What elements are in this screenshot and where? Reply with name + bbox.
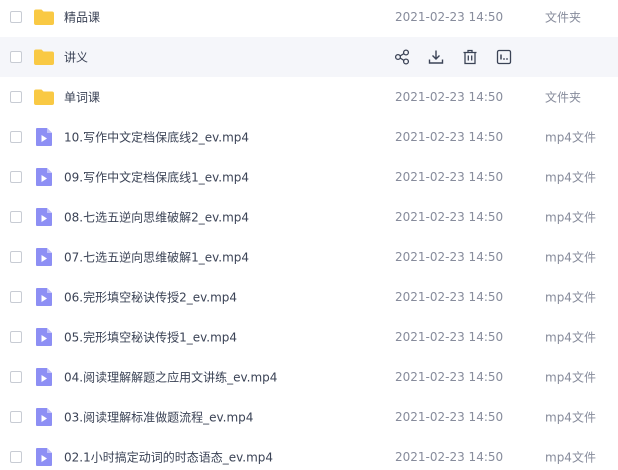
file-name[interactable]: 10.写作中文定档保底线2_ev.mp4	[64, 129, 249, 146]
file-name[interactable]: 07.七选五逆向思维破解1_ev.mp4	[64, 249, 249, 266]
file-type: 文件夹	[545, 10, 582, 25]
row-checkbox[interactable]	[10, 51, 22, 63]
file-type: mp4文件	[545, 250, 596, 265]
modified-time: 2021-02-23 14:50	[395, 410, 504, 424]
file-type: 文件夹	[545, 90, 582, 105]
modified-time: 2021-02-23 14:50	[395, 290, 504, 304]
file-row[interactable]: 05.完形填空秘诀传授1_ev.mp4 2021-02-23 14:50 mp4文件	[0, 317, 618, 357]
file-row[interactable]: 07.七选五逆向思维破解1_ev.mp4 2021-02-23 14:50 mp4文…	[0, 237, 618, 277]
video-file-icon	[33, 247, 55, 267]
modified-time: 2021-02-23 14:50	[395, 10, 504, 24]
modified-time: 2021-02-23 14:50	[395, 250, 504, 264]
video-file-icon	[33, 407, 55, 427]
folder-icon	[33, 7, 55, 27]
file-row[interactable]: 03.阅读理解标准做题流程_ev.mp4 2021-02-23 14:50 mp4文…	[0, 397, 618, 437]
row-checkbox[interactable]	[10, 91, 22, 103]
file-name[interactable]: 09.写作中文定档保底线1_ev.mp4	[64, 169, 249, 186]
file-row[interactable]: 10.写作中文定档保底线2_ev.mp4 2021-02-23 14:50 mp4文…	[0, 117, 618, 157]
file-row[interactable]: 04.阅读理解解题之应用文讲练_ev.mp4 2021-02-23 14:50 mp…	[0, 357, 618, 397]
file-name[interactable]: 03.阅读理解标准做题流程_ev.mp4	[64, 409, 253, 426]
file-type: mp4文件	[545, 130, 596, 145]
file-row[interactable]: 单词课 2021-02-23 14:50 文件夹	[0, 77, 618, 117]
file-name[interactable]: 单词课	[64, 89, 100, 106]
folder-icon	[33, 87, 55, 107]
video-file-icon	[33, 287, 55, 307]
folder-icon	[33, 47, 55, 67]
video-file-icon	[33, 127, 55, 147]
modified-time: 2021-02-23 14:50	[395, 330, 504, 344]
file-type: mp4文件	[545, 290, 596, 305]
video-file-icon	[33, 167, 55, 187]
share-icon[interactable]	[392, 47, 412, 67]
file-name[interactable]: 02.1小时搞定动词的时态语态_ev.mp4	[64, 449, 273, 466]
file-name[interactable]: 05.完形填空秘诀传授1_ev.mp4	[64, 329, 237, 346]
download-icon[interactable]	[426, 47, 446, 67]
row-actions	[392, 47, 528, 67]
modified-time: 2021-02-23 14:50	[395, 370, 504, 384]
modified-time: 2021-02-23 14:50	[395, 210, 504, 224]
row-checkbox[interactable]	[10, 411, 22, 423]
file-row[interactable]: 讲义	[0, 37, 618, 77]
file-type: mp4文件	[545, 210, 596, 225]
modified-time: 2021-02-23 14:50	[395, 450, 504, 464]
file-type: mp4文件	[545, 370, 596, 385]
video-file-icon	[33, 447, 55, 467]
row-checkbox[interactable]	[10, 371, 22, 383]
row-checkbox[interactable]	[10, 131, 22, 143]
row-checkbox[interactable]	[10, 211, 22, 223]
file-name[interactable]: 06.完形填空秘诀传授2_ev.mp4	[64, 289, 237, 306]
row-checkbox[interactable]	[10, 251, 22, 263]
file-type: mp4文件	[545, 330, 596, 345]
video-file-icon	[33, 327, 55, 347]
file-row[interactable]: 09.写作中文定档保底线1_ev.mp4 2021-02-23 14:50 mp4文…	[0, 157, 618, 197]
file-type: mp4文件	[545, 450, 596, 465]
file-name[interactable]: 精品课	[64, 9, 100, 26]
modified-time: 2021-02-23 14:50	[395, 130, 504, 144]
row-checkbox[interactable]	[10, 331, 22, 343]
row-checkbox[interactable]	[10, 171, 22, 183]
file-type: mp4文件	[545, 410, 596, 425]
file-row[interactable]: 02.1小时搞定动词的时态语态_ev.mp4 2021-02-23 14:50 mp…	[0, 437, 618, 470]
file-row[interactable]: 精品课 2021-02-23 14:50 文件夹	[0, 0, 618, 37]
file-row[interactable]: 06.完形填空秘诀传授2_ev.mp4 2021-02-23 14:50 mp4文件	[0, 277, 618, 317]
more-icon[interactable]	[494, 47, 514, 67]
row-checkbox[interactable]	[10, 291, 22, 303]
delete-icon[interactable]	[460, 47, 480, 67]
file-type: mp4文件	[545, 170, 596, 185]
row-checkbox[interactable]	[10, 451, 22, 463]
file-name[interactable]: 讲义	[64, 49, 88, 66]
row-checkbox[interactable]	[10, 11, 22, 23]
file-name[interactable]: 04.阅读理解解题之应用文讲练_ev.mp4	[64, 369, 277, 386]
file-name[interactable]: 08.七选五逆向思维破解2_ev.mp4	[64, 209, 249, 226]
file-list: 精品课 2021-02-23 14:50 文件夹 讲义 单词课 2021-02-23 14…	[0, 0, 618, 470]
video-file-icon	[33, 367, 55, 387]
file-row[interactable]: 08.七选五逆向思维破解2_ev.mp4 2021-02-23 14:50 mp4文…	[0, 197, 618, 237]
modified-time: 2021-02-23 14:50	[395, 170, 504, 184]
video-file-icon	[33, 207, 55, 227]
modified-time: 2021-02-23 14:50	[395, 90, 504, 104]
